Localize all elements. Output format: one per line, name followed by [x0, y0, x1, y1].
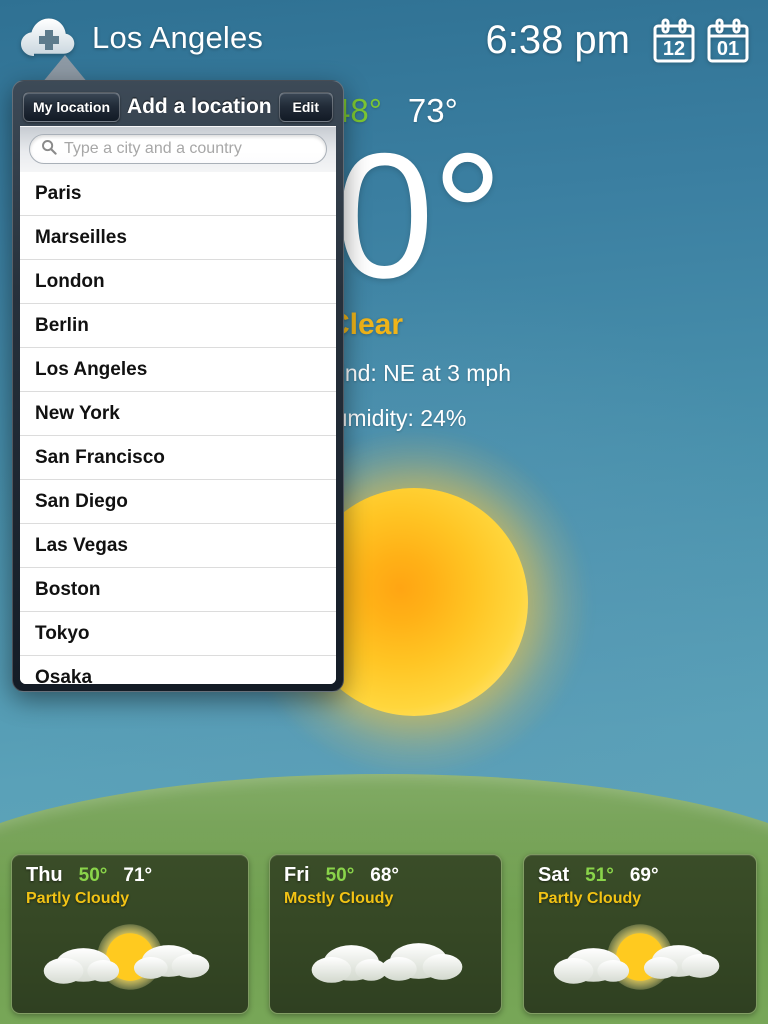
forecast-day: Thu: [26, 864, 63, 886]
list-item[interactable]: Paris: [20, 172, 336, 216]
search-box[interactable]: [29, 134, 327, 164]
list-item[interactable]: New York: [20, 392, 336, 436]
list-item[interactable]: San Diego: [20, 480, 336, 524]
list-item[interactable]: Las Vegas: [20, 524, 336, 568]
forecast-card[interactable]: Fri 50° 68° Mostly Cloudy: [269, 854, 502, 1014]
search-icon: [41, 139, 57, 160]
forecast-high: 69°: [629, 865, 659, 886]
list-item[interactable]: Tokyo: [20, 612, 336, 656]
calendar-group: 12 01: [652, 18, 750, 64]
forecast-low: 51°: [585, 865, 614, 886]
forecast-condition: Mostly Cloudy: [284, 890, 394, 907]
popup-title: Add a location: [126, 95, 272, 118]
list-item[interactable]: London: [20, 260, 336, 304]
forecast-head: Thu 50° 71°: [12, 855, 248, 887]
forecast-high: 68°: [370, 865, 400, 886]
list-item[interactable]: Marseilles: [20, 216, 336, 260]
forecast-strip: Thu 50° 71° Partly Cloudy Fri 50° 68° Mo…: [0, 846, 768, 1024]
city-list[interactable]: Paris Marseilles London Berlin Los Angel…: [20, 172, 336, 684]
top-bar: Los Angeles 6:38 pm 12 01: [0, 0, 768, 88]
forecast-head: Fri 50° 68°: [270, 855, 501, 887]
current-city-name: Los Angeles: [92, 20, 264, 55]
partly-cloudy-icon: [12, 917, 248, 1001]
forecast-low: 50°: [78, 865, 108, 886]
current-condition: Clear: [328, 307, 404, 341]
calendar-icon[interactable]: 01: [706, 18, 750, 64]
edit-button[interactable]: Edit: [278, 92, 333, 122]
list-item[interactable]: Boston: [20, 568, 336, 612]
forecast-day: Fri: [284, 864, 310, 886]
list-item[interactable]: Osaka: [20, 656, 336, 684]
search-input[interactable]: [64, 140, 315, 158]
my-location-button[interactable]: My location: [23, 92, 121, 122]
popup-arrow: [42, 55, 88, 83]
current-wind: Wind: NE at 3 mph: [318, 359, 512, 386]
current-humidity: Humidity: 24%: [318, 404, 467, 431]
forecast-day: Sat: [538, 864, 570, 886]
list-item[interactable]: Berlin: [20, 304, 336, 348]
forecast-card[interactable]: Thu 50° 71° Partly Cloudy: [11, 854, 249, 1014]
weather-app: 48° 73° 60° Clear Wind: NE at 3 mph Humi…: [0, 0, 768, 1024]
forecast-card[interactable]: Sat 51° 69° Partly Cloudy: [523, 854, 757, 1014]
forecast-high: 71°: [123, 865, 153, 886]
forecast-head: Sat 51° 69°: [524, 855, 756, 887]
partly-cloudy-icon: [524, 917, 756, 1001]
list-item[interactable]: Los Angeles: [20, 348, 336, 392]
list-item[interactable]: San Francisco: [20, 436, 336, 480]
popup-header: My location Add a location Edit: [20, 88, 336, 126]
search-bar: [20, 126, 336, 172]
forecast-condition: Partly Cloudy: [538, 890, 642, 907]
calendar-icon[interactable]: 12: [652, 18, 696, 64]
forecast-low: 50°: [325, 865, 355, 886]
forecast-condition: Partly Cloudy: [26, 890, 130, 907]
add-location-popup: My location Add a location Edit Paris Ma…: [12, 80, 344, 692]
clock: 6:38 pm: [485, 18, 630, 62]
calendar-value: 12: [662, 38, 686, 60]
calendar-value: 01: [716, 38, 740, 60]
mostly-cloudy-icon: [270, 917, 501, 1001]
